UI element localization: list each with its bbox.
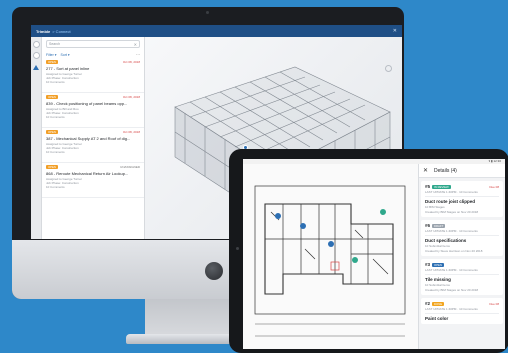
card-line: 10 BIM Stages	[425, 205, 445, 209]
power-button[interactable]	[205, 262, 223, 280]
view-settings-icon[interactable]	[385, 65, 392, 72]
floor-plan-viewer[interactable]	[243, 164, 419, 349]
card-number: #3	[425, 262, 431, 267]
left-rail	[31, 37, 42, 239]
filter-dropdown[interactable]: Filter ▾	[46, 53, 57, 57]
card-title: Tile missing	[425, 277, 451, 282]
app-header: Trimble > Connect ✕	[31, 25, 402, 37]
issue-meta: Assigned to Bill and Roo Job Phase: Cons…	[46, 107, 140, 119]
issue-title: 868 - Reroute Mechanical Return Air Look…	[46, 171, 129, 176]
more-options-icon[interactable]: ···	[136, 52, 140, 57]
card-meta: LAST UPDATE 1:40PM · 10 Comments	[425, 268, 478, 272]
issue-title: 387 - Mechanical Supply AT 2 and Roof of…	[46, 136, 131, 141]
detail-card[interactable]: #2 DONE Due 08 LAST UPDATE 1:40PM · 10 C…	[421, 298, 503, 324]
details-header: ✕ Details (4)	[419, 164, 505, 178]
card-title: Duct specifications	[425, 238, 467, 243]
issue-date: Oct 08, 2018	[122, 130, 140, 134]
status-badge: DRAFT	[432, 223, 446, 228]
status-badge: OPEN	[46, 165, 58, 169]
issue-date: Oct 08, 2018	[122, 60, 140, 64]
issues-list-panel: Search ✕ Filter ▾ Sort ▾ ··· OPEN Oct 08…	[42, 37, 145, 239]
issue-meta: Assigned to George Turner Job Phase: Con…	[46, 177, 140, 189]
card-line: 10 Submittal Items	[425, 283, 450, 287]
issue-list-item[interactable]: OPEN Oct 08, 2018 277 - Sort at panel in…	[42, 58, 144, 93]
issue-meta: Assigned to George Turner Job Phase: Con…	[46, 142, 140, 154]
detail-card[interactable]: #5 IN REVIEW Due 08 LAST UPDATE 1:40PM ·…	[421, 181, 503, 217]
card-title: Paint color	[425, 316, 449, 321]
status-badge: IN REVIEW	[432, 184, 451, 189]
issue-meta: Assigned to George Turner Job Phase: Con…	[46, 72, 140, 84]
layers-icon[interactable]	[32, 41, 40, 48]
details-panel: ✕ Details (4) #5 IN REVIEW Due 08 LAST U…	[419, 164, 505, 349]
status-badge: OPEN	[432, 262, 444, 267]
issue-list-item[interactable]: OPEN Oct 08, 2018 839 - Check positionin…	[42, 93, 144, 128]
card-meta: LAST UPDATE 1:40PM · 10 Comments	[425, 229, 478, 233]
views-icon[interactable]	[32, 52, 40, 59]
status-badge: OPEN	[46, 60, 58, 64]
card-meta: LAST UPDATE 1:40PM · 10 Comments	[425, 307, 478, 311]
issues-warning-icon[interactable]	[33, 65, 39, 70]
issue-title: 277 - Sort at panel inline	[46, 66, 90, 71]
floor-plan-drawing	[254, 185, 406, 337]
detail-card[interactable]: #3 OPEN LAST UPDATE 1:40PM · 10 Comments…	[421, 259, 503, 295]
status-badge: DONE	[432, 301, 445, 306]
card-line: Created by BIM Stages on Nov 20 2018	[425, 288, 479, 292]
card-line: 10 Submittal Items	[425, 244, 450, 248]
project-breadcrumb[interactable]: > Connect	[52, 29, 70, 34]
card-number: #6	[425, 223, 431, 228]
details-title: Details (4)	[434, 167, 457, 174]
search-input[interactable]: Search ✕	[46, 40, 140, 48]
due-date: Due 08	[489, 184, 499, 189]
filter-bar: Filter ▾ Sort ▾ ···	[42, 51, 144, 58]
search-placeholder: Search	[49, 42, 61, 46]
card-line: Created by BIM Stages on Nov 20 2018	[425, 210, 479, 214]
sort-dropdown[interactable]: Sort ▾	[61, 53, 70, 57]
clear-search-icon[interactable]: ✕	[134, 42, 137, 47]
card-title: Duct route joist clipped	[425, 199, 476, 204]
tablet-screen: ▾ ▮ 12:30 ✕ Details (4) #5 IN REVIEW Due…	[243, 159, 505, 349]
app-brand: Trimble	[36, 28, 51, 34]
card-number: #5	[425, 184, 431, 189]
issue-date: UNASSIGNED	[120, 165, 140, 169]
card-number: #2	[425, 301, 431, 306]
due-date: Due 08	[489, 301, 499, 306]
status-badge: OPEN	[46, 95, 58, 99]
card-meta: LAST UPDATE 1:40PM · 10 Comments	[425, 190, 478, 194]
issue-list-item[interactable]: OPEN UNASSIGNED 868 - Reroute Mechanical…	[42, 163, 144, 198]
close-icon[interactable]: ✕	[423, 167, 428, 174]
issue-comments: 10 Comments	[46, 150, 65, 154]
tablet-camera	[236, 247, 239, 250]
card-line: Created by Steve Harrison on Nov 20 2018	[425, 249, 483, 253]
issue-comments: 10 Comments	[46, 115, 65, 119]
status-badge: OPEN	[46, 130, 58, 134]
close-icon[interactable]: ✕	[393, 28, 397, 34]
issue-comments: 10 Comments	[46, 185, 65, 189]
issue-title: 839 - Check positioning of panel beams o…	[46, 101, 128, 106]
detail-card[interactable]: #6 DRAFT LAST UPDATE 1:40PM · 10 Comment…	[421, 220, 503, 256]
issue-comments: 10 Comments	[46, 80, 65, 84]
monitor-camera	[206, 11, 209, 14]
issue-list-item[interactable]: OPEN Oct 08, 2018 387 - Mechanical Suppl…	[42, 128, 144, 163]
tablet-device: ▾ ▮ 12:30 ✕ Details (4) #5 IN REVIEW Due…	[229, 149, 508, 353]
issue-date: Oct 08, 2018	[122, 95, 140, 99]
